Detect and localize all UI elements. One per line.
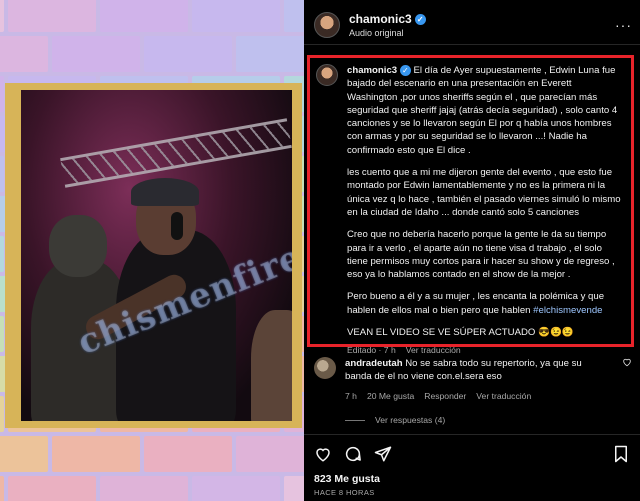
actions-bar: 823 Me gusta HACE 8 HORAS — [304, 434, 640, 497]
view-replies-label[interactable]: Ver respuestas (4) — [375, 415, 445, 425]
brick — [100, 476, 188, 501]
translate-link[interactable]: Ver traducción — [406, 344, 461, 357]
more-options-icon[interactable]: ··· — [615, 17, 632, 33]
singer-cap — [131, 178, 199, 206]
brick — [0, 36, 48, 72]
brick-row — [0, 0, 304, 36]
caption-avatar[interactable] — [316, 64, 338, 86]
brick — [192, 0, 280, 32]
security-guard-head — [49, 215, 107, 277]
brick — [284, 0, 304, 32]
brick — [8, 0, 96, 32]
brick — [236, 436, 304, 472]
brick — [0, 396, 4, 432]
media-frame: chismenfire — [5, 83, 302, 428]
hashtag-link[interactable]: #elchismevende — [533, 305, 602, 316]
action-icons — [314, 445, 630, 463]
post-header: chamonic3 ✓ Audio original ··· — [304, 0, 640, 44]
comment-time: 7 h — [345, 391, 357, 401]
brick — [0, 0, 4, 32]
reply-button[interactable]: Responder — [424, 391, 466, 401]
header-text: chamonic3 ✓ Audio original — [349, 12, 426, 38]
brick-row — [0, 436, 304, 476]
brick — [0, 76, 4, 112]
verified-icon: ✓ — [399, 65, 411, 76]
brick-row — [0, 36, 304, 76]
edited-label: Editado · 7 h — [347, 345, 396, 356]
caption-text: chamonic3 ✓ El día de Ayer supuestamente… — [347, 64, 623, 355]
caption-paragraph-5: VEAN EL VIDEO SE VE SÚPER ACTUADO 😎😉😉 — [347, 327, 574, 339]
comment-translate-link[interactable]: Ver traducción — [476, 391, 531, 401]
comment-avatar[interactable] — [314, 357, 336, 379]
comment: andradeutah No se sabra todo su repertor… — [314, 357, 632, 383]
brick — [0, 476, 4, 501]
caption-paragraph-2: les cuento que a mi me dijeron gente del… — [347, 167, 621, 218]
brick — [0, 236, 4, 272]
brick — [100, 0, 188, 32]
brick — [0, 316, 4, 352]
brick — [144, 436, 232, 472]
comment-text: andradeutah No se sabra todo su repertor… — [345, 357, 607, 383]
caption-meta: Editado · 7 h Ver traducción — [347, 344, 623, 357]
post-video[interactable]: chismenfire — [21, 90, 292, 421]
screenshot: chismenfire chamonic3 ✓ Audio original ·… — [0, 0, 640, 501]
comment-icon[interactable] — [344, 445, 362, 463]
microphone — [171, 212, 183, 240]
header-divider — [304, 44, 640, 45]
likes-count[interactable]: 823 Me gusta — [314, 473, 630, 485]
caption-username[interactable]: chamonic3 — [347, 65, 397, 76]
background-brick-wall: chismenfire — [0, 0, 304, 501]
brick — [192, 476, 280, 501]
brick — [0, 156, 4, 192]
view-replies-button[interactable]: Ver respuestas (4) — [345, 415, 640, 425]
brick — [0, 436, 48, 472]
heart-icon[interactable] — [314, 445, 332, 463]
post-username[interactable]: chamonic3 ✓ — [349, 12, 426, 26]
verified-icon: ✓ — [414, 13, 426, 25]
brick — [284, 476, 304, 501]
comment-heart-icon[interactable] — [622, 357, 632, 383]
post-panel: chamonic3 ✓ Audio original ··· chamonic3… — [304, 0, 640, 501]
comment-username[interactable]: andradeutah — [345, 358, 403, 369]
share-icon[interactable] — [374, 445, 392, 463]
bookmark-icon[interactable] — [612, 445, 630, 463]
brick — [8, 476, 96, 501]
comment-likes[interactable]: 20 Me gusta — [367, 391, 414, 401]
post-time: HACE 8 HORAS — [314, 488, 375, 497]
brick — [236, 36, 304, 72]
replies-line — [345, 419, 365, 421]
comment-meta: 7 h 20 Me gusta Responder Ver traducción — [345, 391, 640, 401]
brick — [144, 36, 232, 72]
audience-person — [251, 310, 292, 421]
caption-highlight: chamonic3 ✓ El día de Ayer supuestamente… — [307, 55, 634, 355]
brick — [52, 36, 140, 72]
caption-paragraph-3: Creo que no debería hacerlo porque la ge… — [347, 229, 615, 281]
audio-label[interactable]: Audio original — [349, 28, 426, 38]
brick-row — [0, 476, 304, 501]
avatar[interactable] — [314, 12, 340, 38]
caption-paragraph-1: El día de Ayer supuestamente , Edwin Lun… — [347, 65, 618, 156]
username-label[interactable]: chamonic3 — [349, 12, 412, 26]
brick — [52, 436, 140, 472]
